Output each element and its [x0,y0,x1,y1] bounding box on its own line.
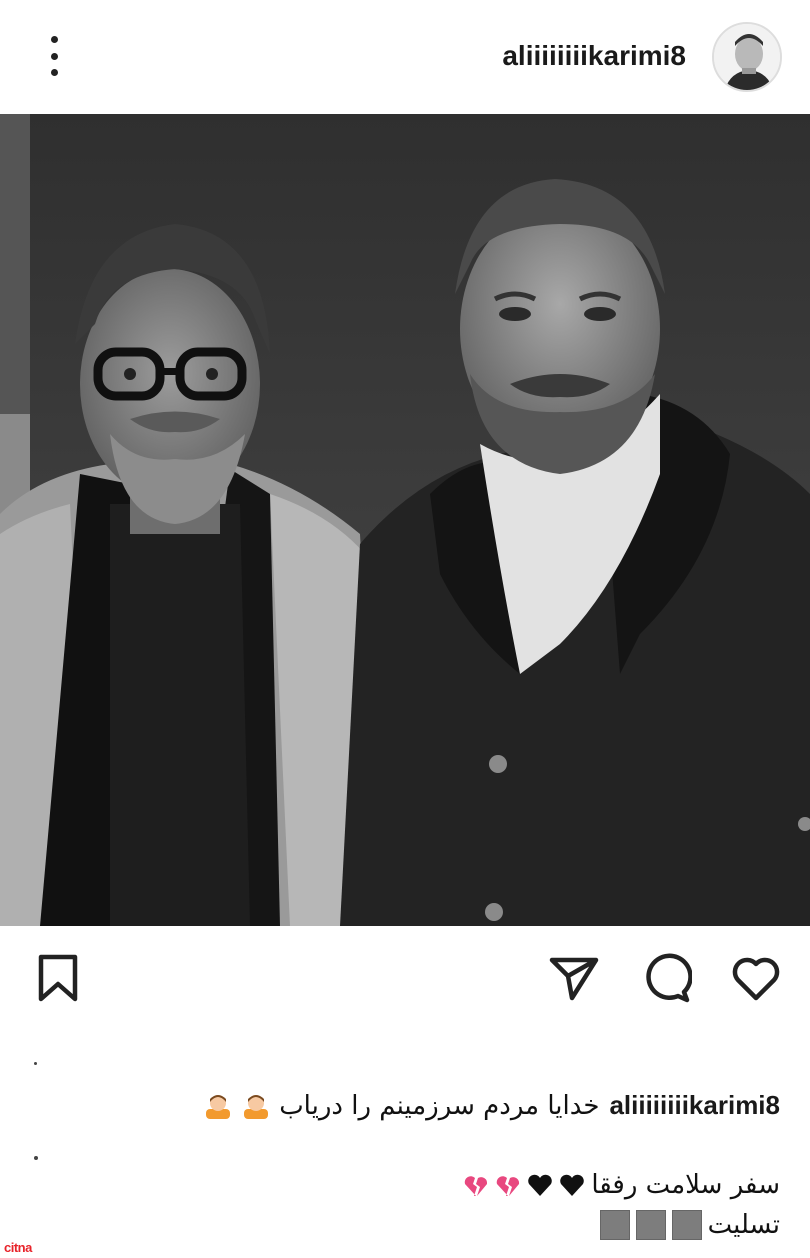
speck [34,1062,37,1065]
broken-heart-icon [497,1176,520,1196]
placeholder-square-icon [635,1210,666,1240]
caption-line: تسلیت [599,1210,780,1240]
caption-text: خدایا مردم سرزمینم را دریاب [279,1090,600,1121]
caption-username[interactable]: aliiiiiiiikarimi8 [609,1090,780,1121]
placeholder-square-icon [671,1210,702,1240]
send-icon[interactable] [548,952,600,1004]
broken-heart-icon [465,1176,488,1196]
post-photo[interactable] [0,114,810,926]
person-emoji-icon [205,1092,231,1120]
heart-icon[interactable] [730,952,782,1004]
black-heart-icon [560,1174,585,1196]
person-emoji-icon [243,1092,269,1120]
caption-text: تسلیت [707,1210,780,1240]
post-username[interactable]: aliiiiiiiikarimi8 [502,40,686,72]
black-heart-icon [528,1174,553,1196]
caption-line: aliiiiiiiikarimi8 خدایا مردم سرزمینم را … [203,1090,780,1121]
watermark-logo: citna [0,1238,44,1258]
caption-line: سفر سلامت رفقا [463,1170,780,1200]
speck [34,1156,38,1160]
placeholder-square-icon [599,1210,630,1240]
avatar[interactable] [712,22,782,92]
post-actions [0,926,810,1036]
post-header: aliiiiiiiikarimi8 [0,0,810,112]
caption-text: سفر سلامت رفقا [591,1170,780,1200]
more-vertical-icon[interactable] [40,36,68,76]
comment-icon[interactable] [640,952,693,1004]
bookmark-icon[interactable] [32,952,84,1004]
